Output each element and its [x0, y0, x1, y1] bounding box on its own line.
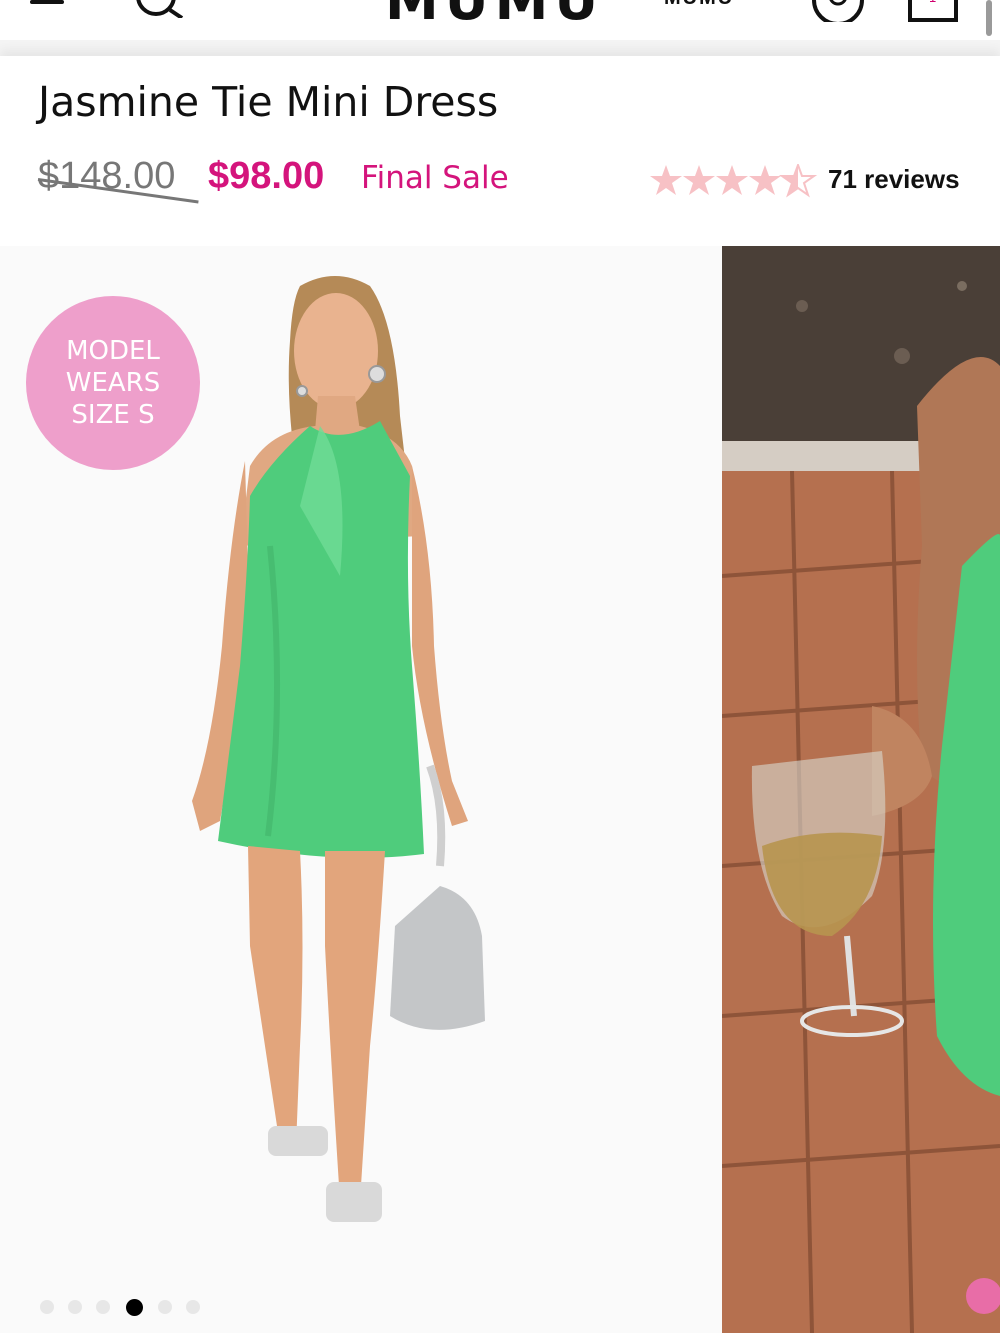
model-size-label: MODEL WEARS SIZE S — [65, 336, 161, 430]
sub-brand-link[interactable]: MUMU — [664, 0, 734, 8]
menu-icon[interactable] — [30, 0, 64, 12]
bag-count: 1 — [929, 0, 936, 5]
scrollbar[interactable] — [986, 0, 992, 36]
account-icon[interactable] — [810, 0, 866, 22]
brand-logo[interactable]: MUMU — [385, 0, 604, 28]
original-price: $148.00 — [38, 155, 176, 197]
star-icon — [650, 165, 682, 195]
search-icon[interactable] — [130, 0, 186, 18]
product-image-secondary[interactable] — [722, 246, 1000, 1333]
star-icon — [749, 165, 781, 195]
product-info: Jasmine Tie Mini Dress $148.00 $98.00 Fi… — [0, 56, 1000, 246]
carousel-dot[interactable] — [96, 1300, 110, 1314]
carousel-dot[interactable] — [158, 1300, 172, 1314]
carousel-dot[interactable] — [186, 1300, 200, 1314]
product-title: Jasmine Tie Mini Dress — [38, 78, 499, 126]
model-size-badge: MODEL WEARS SIZE S — [26, 296, 200, 470]
top-nav: MUMU MUMU 1 — [0, 0, 1000, 40]
carousel-dot[interactable] — [68, 1300, 82, 1314]
carousel-dot-active[interactable] — [126, 1299, 143, 1316]
final-sale-label: Final Sale — [361, 160, 509, 196]
lifestyle-photo — [722, 246, 1000, 1333]
review-count-link[interactable]: 71 reviews — [828, 165, 960, 194]
rating-stars[interactable] — [650, 164, 820, 198]
star-icon — [683, 165, 715, 195]
sale-price: $98.00 — [208, 155, 325, 197]
star-icon — [716, 165, 748, 195]
carousel-dot[interactable] — [40, 1300, 54, 1314]
